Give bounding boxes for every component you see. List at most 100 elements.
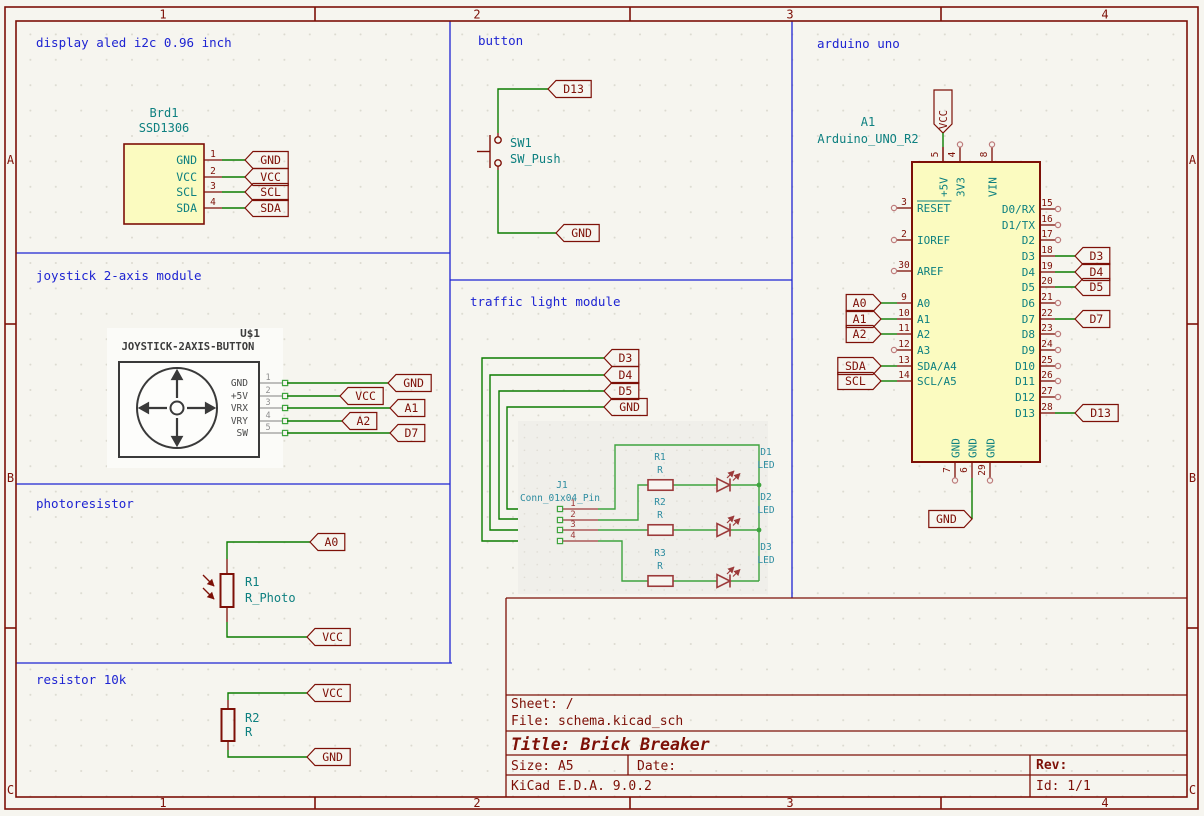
pin-name: GND [231, 378, 248, 389]
section-title-resistor10k[interactable]: resistor 10k [36, 672, 127, 687]
net-label-text: A1 [853, 312, 867, 326]
net-label-text: D13 [1090, 406, 1111, 420]
pin-number: 4 [265, 411, 270, 421]
pin-number: 8 [979, 151, 990, 157]
pin-name: D10 [1015, 360, 1035, 373]
net-label-text: GND [936, 512, 957, 526]
net-label-text: GND [403, 376, 424, 390]
pin-number: 21 [1041, 292, 1053, 303]
pin-number: 3 [901, 197, 907, 208]
titleblock-sheet: Sheet: / [511, 697, 574, 712]
titleblock-kicad-version: KiCad E.D.A. 9.0.2 [511, 779, 652, 794]
pin-number: 7 [942, 467, 953, 473]
traffic-module-grid [518, 421, 768, 594]
pin-number: 22 [1041, 308, 1052, 319]
section-title-display[interactable]: display aled i2c 0.96 inch [36, 35, 232, 50]
pin-number: 2 [210, 166, 216, 177]
net-label-text: SCL [260, 185, 281, 199]
component-body-resistor [648, 525, 673, 536]
net-label-text: D13 [563, 82, 584, 96]
pin-name: VRY [231, 416, 248, 427]
pin-number: 3 [210, 181, 216, 192]
pin-name: D3 [1022, 250, 1035, 263]
pin-number: 29 [977, 464, 988, 476]
row-label: A [7, 153, 15, 167]
pin-name: A2 [917, 328, 930, 341]
net-label-text: SCL [845, 374, 866, 388]
component-field[interactable]: Brd1 [150, 106, 179, 120]
wire-junction [757, 483, 762, 488]
component-field[interactable]: JOYSTICK-2AXIS-BUTTON [122, 341, 255, 353]
component-field[interactable]: Arduino_UNO_R2 [817, 132, 918, 146]
component-field[interactable]: SW_Push [510, 152, 561, 166]
pin-number: 2 [265, 386, 270, 396]
net-label-text: D5 [618, 384, 632, 398]
net-label-text: A0 [853, 296, 867, 310]
net-label-text: D7 [1089, 312, 1103, 326]
component-field: LED [757, 505, 774, 516]
component-field: D3 [760, 542, 771, 553]
pin-name: VRX [231, 403, 248, 414]
pin-number: 9 [901, 292, 907, 303]
row-label: B [7, 471, 14, 485]
pin-number: 19 [1041, 261, 1053, 272]
pin-name: D12 [1015, 391, 1035, 404]
net-label-text: VCC [322, 686, 343, 700]
pin-number: 5 [265, 423, 270, 433]
component-field[interactable]: A1 [861, 115, 875, 129]
net-label-text: D3 [618, 351, 632, 365]
column-label: 4 [1101, 8, 1108, 22]
pin-name: SW [237, 428, 249, 439]
joystick-knob-center [171, 402, 184, 415]
pin-name: D13 [1015, 407, 1035, 420]
pin-number: 27 [1041, 386, 1052, 397]
pin-name: D4 [1022, 266, 1036, 279]
pin-name: D7 [1022, 313, 1035, 326]
component-field[interactable]: U$1 [240, 327, 260, 340]
pin-number: 6 [959, 467, 970, 473]
column-label: 2 [473, 796, 480, 810]
net-label-text: A1 [404, 401, 418, 415]
schematic-canvas[interactable]: 1 2 3 4 1 2 3 4 A B C A B C display aled… [0, 0, 1204, 816]
net-label-text: VCC [260, 170, 281, 184]
pin-name: D8 [1022, 328, 1035, 341]
pin-number: 26 [1041, 370, 1053, 381]
component-field[interactable]: R [245, 725, 253, 739]
component-field: D2 [760, 492, 771, 503]
component-field: D1 [760, 447, 772, 458]
section-title-photoresistor[interactable]: photoresistor [36, 496, 134, 511]
component-field[interactable]: R1 [245, 575, 259, 589]
component-field: R [657, 561, 663, 572]
component-field: R [657, 465, 663, 476]
section-title-arduino[interactable]: arduino uno [817, 36, 900, 51]
pin-number: 17 [1041, 229, 1052, 240]
pin-number: 14 [898, 370, 910, 381]
pin-number: 13 [898, 355, 909, 366]
section-title-button[interactable]: button [478, 33, 523, 48]
component-field[interactable]: R2 [245, 711, 259, 725]
component-field: R3 [654, 548, 665, 559]
pin-name: SDA/A4 [917, 360, 957, 373]
component-field[interactable]: SSD1306 [139, 121, 190, 135]
section-title-traffic[interactable]: traffic light module [470, 294, 621, 309]
component-field: Conn_01x04_Pin [520, 493, 600, 504]
pin-name: VIN [987, 177, 1000, 197]
pin-name: GND [967, 438, 980, 458]
component-field[interactable]: R_Photo [245, 591, 296, 605]
pin-number: 12 [898, 339, 909, 350]
pin-name: D5 [1022, 281, 1035, 294]
pin-name: D6 [1022, 297, 1035, 310]
pin-name: A0 [917, 297, 930, 310]
section-title-joystick[interactable]: joystick 2-axis module [36, 268, 202, 283]
pin-number: 2 [901, 229, 907, 240]
pin-name: +5V [938, 177, 951, 197]
component-field: LED [757, 460, 774, 471]
component-field[interactable]: SW1 [510, 136, 532, 150]
net-label-text: GND [619, 400, 640, 414]
power-label-text: VCC [938, 110, 950, 129]
pin-number: 18 [1041, 245, 1053, 256]
net-label-text: SDA [845, 359, 866, 373]
pin-name: D9 [1022, 344, 1035, 357]
net-label-text: D3 [1089, 249, 1103, 263]
pin-number: 11 [898, 323, 910, 334]
